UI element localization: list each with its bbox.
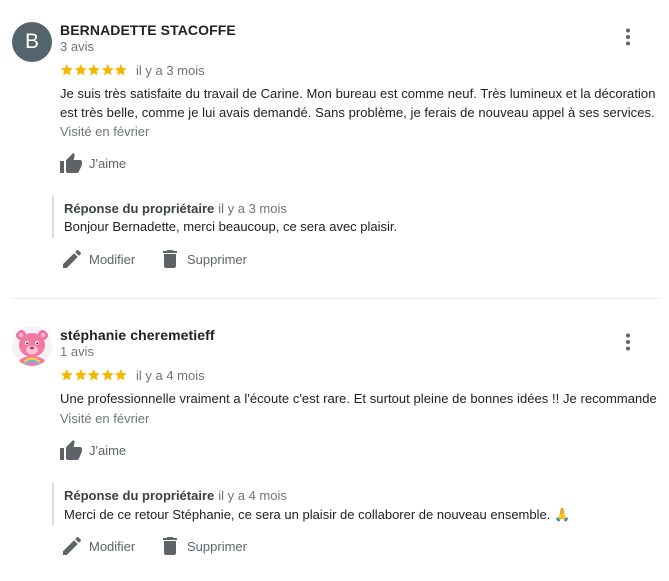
like-label: J'aime [89, 443, 127, 458]
edit-label: Modifier [89, 539, 136, 554]
star-icon [101, 64, 114, 76]
trash-icon [163, 537, 177, 555]
delete-label: Supprimer [187, 539, 247, 554]
owner-reply-text: Bonjour Bernadette, merci beaucoup, ce s… [64, 219, 398, 234]
care-bear-avatar-icon[interactable] [12, 326, 52, 366]
star-icon [115, 64, 128, 76]
pencil-icon [63, 536, 82, 555]
review-divider [12, 298, 660, 299]
review-text: Une professionnelle vraiment a l'écoute … [60, 391, 657, 406]
review-date: il y a 4 mois [136, 368, 205, 383]
reviewer-name[interactable]: stéphanie cheremetieff [60, 327, 215, 343]
reply-bar [52, 483, 54, 525]
star-icon [60, 64, 73, 76]
star-icon [101, 369, 114, 381]
star-icon [115, 369, 128, 381]
reply-bar [52, 196, 54, 238]
review-count: 1 avis [60, 344, 94, 359]
more-options-icon[interactable] [616, 330, 640, 354]
star-icon [74, 369, 87, 381]
owner-reply-date: il y a 3 mois [218, 201, 287, 216]
trash-icon [163, 250, 177, 268]
owner-reply-header: Réponse du propriétaire il y a 4 mois [64, 488, 287, 503]
avatar[interactable]: B [12, 22, 52, 62]
star-rating [60, 63, 128, 77]
visit-date: Visité en février [60, 411, 150, 426]
review-count: 3 avis [60, 39, 94, 54]
star-rating [60, 368, 128, 382]
owner-reply-title: Réponse du propriétaire [64, 488, 215, 503]
review-text: Je suis très satisfaite du travail de Ca… [60, 86, 656, 120]
owner-reply-header: Réponse du propriétaire il y a 3 mois [64, 201, 287, 216]
thumb-up-icon [60, 153, 82, 173]
reviewer-name[interactable]: BERNADETTE STACOFFE [60, 22, 236, 38]
star-icon [60, 369, 73, 381]
delete-label: Supprimer [187, 252, 247, 267]
owner-reply-title: Réponse du propriétaire [64, 201, 215, 216]
star-icon [74, 64, 87, 76]
review-date: il y a 3 mois [136, 63, 205, 78]
edit-label: Modifier [89, 252, 136, 267]
pencil-icon [63, 249, 82, 268]
thumb-up-icon [60, 440, 82, 460]
like-label: J'aime [89, 156, 127, 171]
more-options-icon[interactable] [616, 25, 640, 49]
owner-reply-date: il y a 4 mois [218, 488, 287, 503]
star-icon [88, 369, 100, 381]
owner-reply-text: Merci de ce retour Stéphanie, ce sera un… [64, 507, 571, 522]
visit-date: Visité en février [60, 124, 150, 139]
star-icon [88, 64, 100, 76]
